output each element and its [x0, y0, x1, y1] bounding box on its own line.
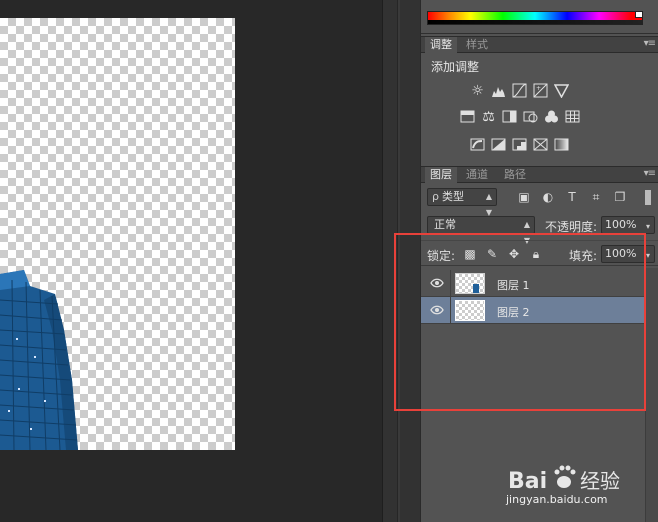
tab-channels[interactable]: 通道 [461, 167, 493, 183]
threshold-icon[interactable] [511, 136, 528, 153]
smart-object-filter-icon[interactable]: ❐ [613, 190, 627, 204]
panel-menu-icon[interactable]: ▾≡ [644, 38, 656, 49]
highlight-annotation-box [394, 233, 646, 411]
adjustments-panel-header: 调整 样式 ▾≡ [421, 36, 658, 53]
type-layer-filter-icon[interactable]: T [565, 190, 579, 204]
shape-layer-filter-icon[interactable]: ⌗ [589, 190, 603, 204]
baidu-jingyan-watermark: Bai 经验 [508, 465, 620, 494]
adjustments-title: 添加调整 [431, 60, 480, 74]
exposure-icon[interactable]: + [532, 82, 549, 99]
svg-text:+: + [536, 85, 541, 92]
opacity-input[interactable]: 100% ▾ [601, 216, 655, 234]
paw-icon [554, 465, 576, 488]
tab-paths[interactable]: 路径 [499, 167, 531, 183]
dropdown-arrow-icon[interactable]: ▾ [646, 219, 650, 235]
blend-mode-select[interactable]: 正常 ▲ ▼ [427, 216, 535, 245]
pixel-layer-filter-icon[interactable]: ▣ [517, 190, 531, 204]
curves-icon[interactable] [511, 82, 528, 99]
brightness-icon[interactable]: ☼ [469, 82, 486, 99]
channel-mixer-icon[interactable] [543, 108, 560, 125]
photo-filter-icon[interactable] [522, 108, 539, 125]
watermark-logo-text: Bai [508, 469, 547, 494]
layer-kind-filter-select[interactable]: ρ 类型 ▲ ▼ [427, 188, 497, 217]
posterize-icon[interactable] [490, 136, 507, 153]
document-canvas[interactable] [0, 18, 235, 450]
tab-adjustments[interactable]: 调整 [425, 37, 457, 53]
watermark-site-text: jingyan.baidu.com [506, 493, 608, 506]
levels-icon[interactable] [490, 82, 507, 99]
hue-saturation-icon[interactable] [459, 108, 476, 125]
kind-filter-value: 类型 [441, 190, 464, 203]
vibrance-icon[interactable] [553, 82, 570, 99]
layer-filter-row: ρ 类型 ▲ ▼ ▣ ◐ T ⌗ ❐ [421, 185, 658, 217]
canvas-area[interactable] [0, 0, 382, 522]
color-swatch-white[interactable] [635, 11, 643, 18]
color-panel [421, 0, 658, 34]
building-image [0, 270, 78, 450]
tab-layers[interactable]: 图层 [425, 167, 457, 183]
blend-mode-value: 正常 [434, 218, 456, 231]
color-spectrum-ramp[interactable] [427, 11, 643, 25]
filter-toggle-switch[interactable] [645, 190, 651, 205]
color-balance-icon[interactable]: ⚖ [480, 108, 497, 125]
color-lookup-icon[interactable] [564, 108, 581, 125]
selective-color-icon[interactable] [532, 136, 549, 153]
layers-panel-header: 图层 通道 路径 ▾≡ [421, 166, 658, 183]
search-icon: ρ [432, 190, 439, 203]
panel-menu-icon[interactable]: ▾≡ [644, 168, 656, 179]
adjustment-layer-filter-icon[interactable]: ◐ [541, 190, 555, 204]
gradient-map-icon[interactable] [553, 136, 570, 153]
dropdown-arrow-icon[interactable]: ▾ [646, 248, 650, 264]
watermark-suffix: 经验 [580, 469, 620, 493]
opacity-value: 100% [605, 218, 637, 231]
invert-icon[interactable] [469, 136, 486, 153]
tab-styles[interactable]: 样式 [461, 37, 493, 53]
black-white-icon[interactable] [501, 108, 518, 125]
